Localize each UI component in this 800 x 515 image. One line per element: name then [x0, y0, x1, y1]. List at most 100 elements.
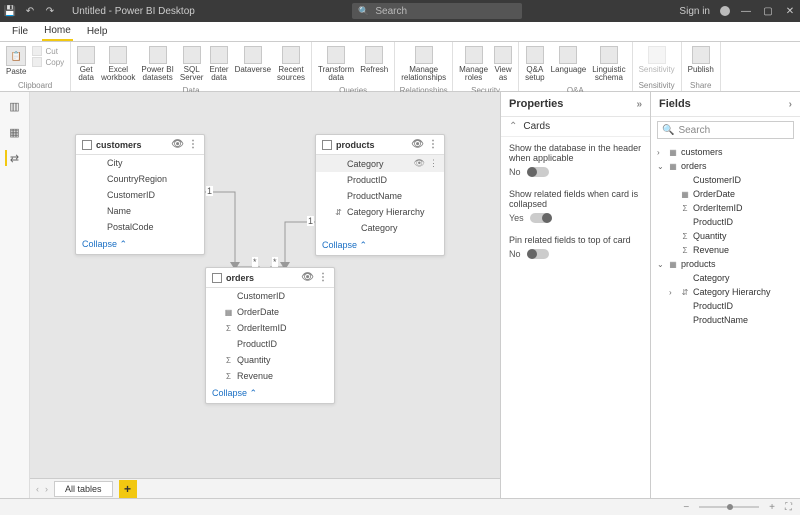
field-row[interactable]: ProductID	[316, 172, 444, 188]
table-card-orders[interactable]: orders👁⋮ CustomerID▦OrderDateΣOrderItemI…	[205, 267, 335, 404]
redo-icon[interactable]: ↷	[44, 5, 56, 17]
more-icon[interactable]: ⋮	[429, 158, 438, 169]
menu-home[interactable]: Home	[42, 22, 73, 41]
field-row[interactable]: CountryRegion	[76, 171, 204, 187]
tree-field[interactable]: ▦OrderDate	[655, 187, 796, 201]
schema-button[interactable]: Linguistic schema	[590, 44, 627, 84]
tree-table-customers[interactable]: ›▦customers	[655, 145, 796, 159]
model-view-icon[interactable]: ⇄	[5, 150, 21, 166]
zoom-in-icon[interactable]: +	[769, 502, 775, 513]
field-row[interactable]: ⇵Category Hierarchy	[316, 204, 444, 220]
avatar-icon[interactable]	[720, 6, 730, 16]
model-canvas[interactable]: 1 1 * * customers👁⋮ CityCountryRegionCus…	[30, 92, 500, 498]
field-row[interactable]: CustomerID	[76, 187, 204, 203]
field-row[interactable]: ProductID	[206, 336, 334, 352]
field-row[interactable]: PostalCode	[76, 219, 204, 235]
zoom-out-icon[interactable]: −	[683, 502, 689, 513]
cut-button[interactable]: Cut	[32, 46, 64, 56]
minimize-button[interactable]: —	[740, 6, 752, 17]
qna-button[interactable]: Q&A setup	[523, 44, 547, 84]
close-button[interactable]: ✕	[784, 6, 796, 17]
tree-field[interactable]: Category	[655, 271, 796, 285]
enter-data-button[interactable]: Enter data	[207, 44, 230, 84]
collapse-link[interactable]: Collapse ⌃	[316, 236, 444, 255]
table-card-customers[interactable]: customers👁⋮ CityCountryRegionCustomerIDN…	[75, 134, 205, 255]
field-row[interactable]: ProductName	[316, 188, 444, 204]
menu-file[interactable]: File	[10, 23, 30, 40]
field-icon: ▦	[668, 260, 678, 269]
transform-button[interactable]: Transform data	[316, 44, 356, 84]
date-icon: ▦	[224, 308, 233, 317]
language-button[interactable]: Language	[549, 44, 589, 76]
tab-prev-icon[interactable]: ‹	[36, 484, 39, 494]
excel-button[interactable]: Excel workbook	[99, 44, 137, 84]
refresh-button[interactable]: Refresh	[358, 44, 390, 76]
blank-icon	[94, 191, 103, 200]
chevron-up-icon[interactable]: ⌃	[509, 121, 517, 132]
field-row[interactable]: ΣOrderItemID	[206, 320, 334, 336]
visibility-icon[interactable]: 👁	[411, 139, 424, 150]
more-icon[interactable]: ⋮	[428, 139, 438, 150]
tree-field[interactable]: ΣRevenue	[655, 243, 796, 257]
maximize-button[interactable]: ▢	[762, 6, 774, 17]
more-icon[interactable]: ⋮	[318, 272, 328, 283]
fit-page-icon[interactable]: ⛶	[785, 502, 792, 513]
sql-button[interactable]: SQL Server	[178, 44, 206, 84]
tree-field[interactable]: ProductID	[655, 215, 796, 229]
data-view-icon[interactable]: ▦	[7, 124, 23, 140]
field-row[interactable]: CustomerID	[206, 288, 334, 304]
field-row[interactable]: ΣRevenue	[206, 368, 334, 384]
manage-rel-button[interactable]: Manage relationships	[399, 44, 448, 84]
manage-roles-button[interactable]: Manage roles	[457, 44, 490, 84]
view-as-button[interactable]: View as	[492, 44, 514, 84]
field-row[interactable]: Name	[76, 203, 204, 219]
field-row[interactable]: ▦OrderDate	[206, 304, 334, 320]
menu-help[interactable]: Help	[85, 23, 110, 40]
signin-link[interactable]: Sign in	[679, 6, 710, 17]
visibility-icon[interactable]: 👁	[171, 139, 184, 150]
get-data-button[interactable]: Get data	[75, 44, 97, 84]
fields-search[interactable]: 🔍Search	[657, 121, 794, 139]
tree-field[interactable]: CustomerID	[655, 173, 796, 187]
paste-button[interactable]: 📋Paste	[4, 44, 28, 78]
undo-icon[interactable]: ↶	[24, 5, 36, 17]
more-icon[interactable]: ⋮	[188, 139, 198, 150]
sensitivity-button[interactable]: Sensitivity	[637, 44, 677, 76]
tree-field[interactable]: ProductID	[655, 299, 796, 313]
save-icon[interactable]: 💾	[4, 5, 16, 17]
tree-field[interactable]: ΣQuantity	[655, 229, 796, 243]
field-row[interactable]: City	[76, 155, 204, 171]
tree-table-products[interactable]: ⌄▦products	[655, 257, 796, 271]
tab-all-tables[interactable]: All tables	[54, 481, 113, 497]
copy-button[interactable]: Copy	[32, 57, 64, 67]
global-search[interactable]: 🔍 Search	[352, 3, 522, 19]
add-tab-button[interactable]: +	[119, 480, 137, 498]
search-icon: 🔍	[358, 6, 369, 17]
publish-button[interactable]: Publish	[686, 44, 716, 76]
collapse-link[interactable]: Collapse ⌃	[206, 384, 334, 403]
sum-icon: Σ	[224, 372, 233, 381]
collapse-panel-icon[interactable]: »	[636, 99, 642, 110]
search-icon: 🔍	[662, 125, 674, 136]
pbi-datasets-button[interactable]: Power BI datasets	[139, 44, 175, 84]
field-row[interactable]: Category	[316, 220, 444, 236]
recent-sources-button[interactable]: Recent sources	[275, 44, 307, 84]
toggle-db-header[interactable]	[527, 167, 549, 177]
dataverse-button[interactable]: Dataverse	[233, 44, 273, 76]
toggle-related-fields[interactable]	[530, 213, 552, 223]
zoom-slider[interactable]	[699, 506, 759, 508]
field-row[interactable]: Category👁 ⋮	[316, 155, 444, 172]
report-view-icon[interactable]: ▥	[7, 98, 23, 114]
visibility-icon[interactable]: 👁	[414, 158, 425, 169]
tree-field[interactable]: ›⇵Category Hierarchy	[655, 285, 796, 299]
field-row[interactable]: ΣQuantity	[206, 352, 334, 368]
table-card-products[interactable]: products👁⋮ Category👁 ⋮ProductIDProductNa…	[315, 134, 445, 256]
tree-field[interactable]: ΣOrderItemID	[655, 201, 796, 215]
tree-field[interactable]: ProductName	[655, 313, 796, 327]
collapse-link[interactable]: Collapse ⌃	[76, 235, 204, 254]
tab-next-icon[interactable]: ›	[45, 484, 48, 494]
toggle-pin-fields[interactable]	[527, 249, 549, 259]
collapse-panel-icon[interactable]: ›	[789, 99, 792, 110]
visibility-icon[interactable]: 👁	[301, 272, 314, 283]
tree-table-orders[interactable]: ⌄▦orders	[655, 159, 796, 173]
